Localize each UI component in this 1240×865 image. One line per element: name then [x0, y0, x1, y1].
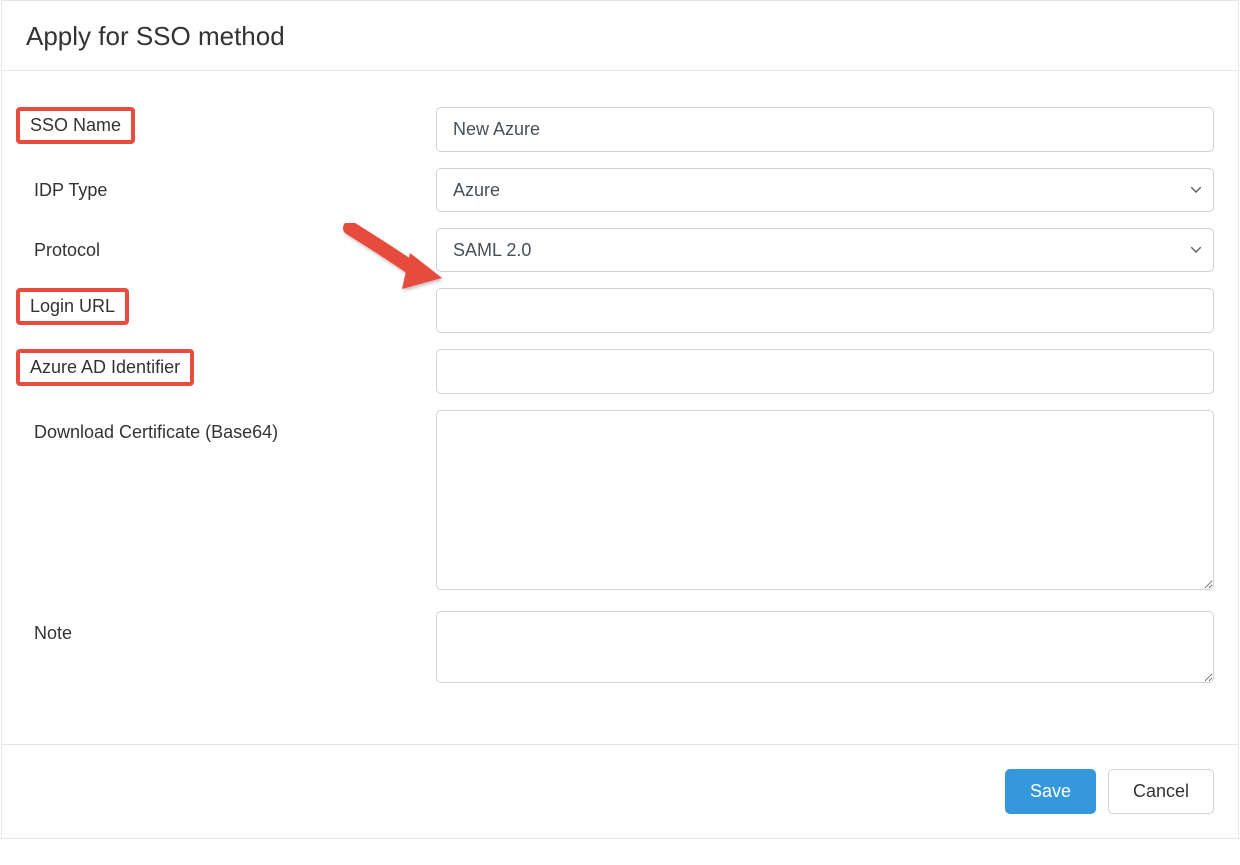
sso-form-panel: Apply for SSO method SSO Name IDP Type A…: [1, 0, 1239, 839]
label-login-url: Login URL: [26, 288, 436, 325]
protocol-select[interactable]: SAML 2.0: [436, 228, 1214, 272]
page-title: Apply for SSO method: [26, 21, 1214, 52]
row-note: Note: [26, 611, 1214, 688]
label-protocol: Protocol: [26, 228, 436, 265]
row-azure-ad-identifier: Azure AD Identifier: [26, 349, 1214, 394]
label-idp-type: IDP Type: [26, 168, 436, 205]
sso-name-input[interactable]: [436, 107, 1214, 152]
label-sso-name: SSO Name: [26, 107, 436, 144]
row-sso-name: SSO Name: [26, 107, 1214, 152]
label-certificate: Download Certificate (Base64): [26, 410, 436, 447]
panel-footer: Save Cancel: [2, 744, 1238, 838]
idp-type-select[interactable]: Azure: [436, 168, 1214, 212]
cancel-button[interactable]: Cancel: [1108, 769, 1214, 814]
panel-header: Apply for SSO method: [2, 1, 1238, 71]
row-protocol: Protocol SAML 2.0: [26, 228, 1214, 272]
certificate-textarea[interactable]: [436, 410, 1214, 590]
panel-body: SSO Name IDP Type Azure Protocol: [2, 71, 1238, 744]
save-button[interactable]: Save: [1005, 769, 1096, 814]
login-url-input[interactable]: [436, 288, 1214, 333]
label-azure-ad-identifier: Azure AD Identifier: [26, 349, 436, 386]
row-login-url: Login URL: [26, 288, 1214, 333]
row-idp-type: IDP Type Azure: [26, 168, 1214, 212]
note-textarea[interactable]: [436, 611, 1214, 683]
label-note: Note: [26, 611, 436, 648]
row-certificate: Download Certificate (Base64): [26, 410, 1214, 595]
azure-ad-identifier-input[interactable]: [436, 349, 1214, 394]
